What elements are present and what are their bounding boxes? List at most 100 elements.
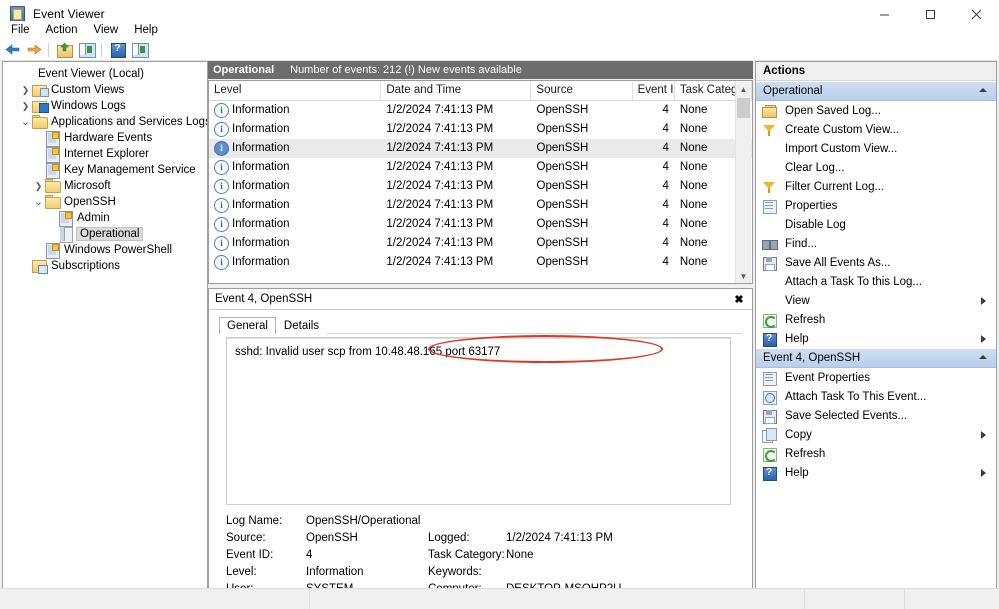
column-header-event-id[interactable]: Event ID bbox=[633, 81, 675, 100]
actions-group-header[interactable]: Operational bbox=[756, 81, 996, 101]
event-level-cell: i Information bbox=[209, 177, 381, 196]
expand-chevron-icon[interactable]: ❯ bbox=[19, 82, 32, 98]
submenu-arrow-icon[interactable] bbox=[981, 469, 986, 477]
action-item-find[interactable]: Find... bbox=[756, 234, 996, 253]
menu-view[interactable]: View bbox=[86, 23, 127, 37]
tab-details[interactable]: Details bbox=[275, 317, 328, 334]
back-arrow-icon[interactable] bbox=[2, 40, 22, 59]
menu-help[interactable]: Help bbox=[126, 23, 166, 37]
event-level-label: Information bbox=[232, 161, 290, 173]
column-header-source[interactable]: Source bbox=[531, 81, 633, 100]
tree-item-internet-explorer[interactable]: Internet Explorer bbox=[3, 146, 207, 163]
tree-item-label: OpenSSH bbox=[64, 196, 116, 208]
action-icon-placeholder bbox=[762, 294, 778, 308]
event-row[interactable]: i Information 1/2/2024 7:41:13 PM OpenSSH 4 N… bbox=[209, 253, 752, 272]
tree-item-microsoft[interactable]: ❯ Microsoft bbox=[3, 178, 207, 194]
event-id-cell: 4 bbox=[662, 218, 669, 230]
tree-item-custom-views[interactable]: ❯ Custom Views bbox=[3, 82, 207, 98]
actions-group-header[interactable]: Event 4, OpenSSH bbox=[756, 348, 996, 368]
action-icon-placeholder bbox=[762, 142, 778, 156]
action-item-event-properties[interactable]: Event Properties bbox=[756, 368, 996, 387]
action-item-help[interactable]: ? Help bbox=[756, 329, 996, 348]
forward-arrow-icon[interactable] bbox=[24, 40, 44, 59]
action-item-help[interactable]: ? Help bbox=[756, 463, 996, 482]
scroll-down-button[interactable]: ▼ bbox=[736, 269, 751, 283]
event-source-cell: OpenSSH bbox=[536, 199, 589, 211]
menu-file[interactable]: File bbox=[3, 23, 38, 37]
log-banner: Operational Number of events: 212 (!) Ne… bbox=[208, 61, 753, 79]
submenu-arrow-icon[interactable] bbox=[981, 297, 986, 305]
event-date-cell: 1/2/2024 7:41:13 PM bbox=[386, 142, 494, 154]
show-hide-console-tree-icon[interactable] bbox=[77, 40, 97, 59]
action-item-label: Clear Log... bbox=[785, 161, 845, 174]
action-item-open-saved-log[interactable]: Open Saved Log... bbox=[756, 101, 996, 120]
apps-services-logs-folder-icon bbox=[32, 115, 48, 129]
event-row[interactable]: i Information 1/2/2024 7:41:13 PM OpenSSH 4 N… bbox=[209, 120, 752, 139]
custom-views-folder-icon bbox=[32, 83, 49, 97]
task-icon bbox=[762, 390, 778, 405]
properties-icon bbox=[762, 371, 778, 386]
scrollbar-thumb[interactable] bbox=[737, 98, 750, 118]
menu-action[interactable]: Action bbox=[38, 23, 86, 37]
action-item-clear-log[interactable]: Clear Log... bbox=[756, 158, 996, 177]
tree-item-applications-and-services-logs[interactable]: ⌄ Applications and Services Logs bbox=[3, 114, 207, 130]
tree-item-admin[interactable]: Admin bbox=[3, 210, 207, 227]
action-item-properties[interactable]: Properties bbox=[756, 196, 996, 215]
action-item-disable-log[interactable]: Disable Log bbox=[756, 215, 996, 234]
event-level-cell: i Information bbox=[209, 101, 381, 120]
event-row[interactable]: i Information 1/2/2024 7:41:13 PM OpenSSH 4 N… bbox=[209, 196, 752, 215]
action-item-copy[interactable]: Copy bbox=[756, 425, 996, 444]
event-row[interactable]: i Information 1/2/2024 7:41:13 PM OpenSSH 4 N… bbox=[209, 139, 752, 158]
submenu-arrow-icon[interactable] bbox=[981, 431, 986, 439]
event-row[interactable]: i Information 1/2/2024 7:41:13 PM OpenSSH 4 N… bbox=[209, 177, 752, 196]
action-item-save-all-events-as[interactable]: Save All Events As... bbox=[756, 253, 996, 272]
chevron-up-icon[interactable] bbox=[979, 88, 987, 92]
action-item-view[interactable]: View bbox=[756, 291, 996, 310]
expand-chevron-icon[interactable]: ❯ bbox=[19, 98, 32, 114]
event-list: Level Date and Time Source Event ID Task… bbox=[208, 80, 753, 284]
event-source-cell: OpenSSH bbox=[536, 123, 589, 135]
event-row[interactable]: i Information 1/2/2024 7:41:13 PM OpenSSH 4 N… bbox=[209, 215, 752, 234]
filter-icon bbox=[762, 180, 778, 194]
tree-item-operational[interactable]: Operational bbox=[3, 226, 207, 243]
tree-item-subscriptions[interactable]: Subscriptions bbox=[3, 258, 207, 274]
chevron-up-icon[interactable] bbox=[979, 355, 987, 359]
action-item-refresh[interactable]: Refresh bbox=[756, 310, 996, 329]
scroll-up-button[interactable]: ▲ bbox=[736, 82, 751, 97]
tree-item-hardware-events[interactable]: Hardware Events bbox=[3, 130, 207, 147]
tree-item-openssh[interactable]: ⌄ OpenSSH bbox=[3, 194, 207, 210]
collapse-chevron-icon[interactable]: ⌄ bbox=[32, 194, 45, 210]
event-date-cell: 1/2/2024 7:41:13 PM bbox=[386, 199, 494, 211]
up-one-level-icon[interactable] bbox=[55, 40, 75, 59]
submenu-arrow-icon[interactable] bbox=[981, 335, 986, 343]
event-row[interactable]: i Information 1/2/2024 7:41:13 PM OpenSSH 4 N… bbox=[209, 234, 752, 253]
event-row[interactable]: i Information 1/2/2024 7:41:13 PM OpenSSH 4 N… bbox=[209, 101, 752, 120]
column-header-date-and-time[interactable]: Date and Time bbox=[381, 81, 532, 100]
tree-item-windows-logs[interactable]: ❯ Windows Logs bbox=[3, 98, 207, 114]
log-icon bbox=[45, 243, 60, 259]
close-icon[interactable]: ✖ bbox=[732, 292, 746, 306]
collapse-chevron-icon[interactable]: ⌄ bbox=[19, 114, 32, 130]
event-row[interactable]: i Information 1/2/2024 7:41:13 PM OpenSSH 4 N… bbox=[209, 158, 752, 177]
metadata-key-2: Task Category: bbox=[428, 548, 505, 561]
action-item-import-custom-view[interactable]: Import Custom View... bbox=[756, 139, 996, 158]
properties-icon[interactable] bbox=[130, 40, 150, 59]
expand-chevron-icon[interactable]: ❯ bbox=[32, 178, 45, 194]
tree-item-windows-powershell[interactable]: Windows PowerShell bbox=[3, 242, 207, 259]
action-item-refresh[interactable]: Refresh bbox=[756, 444, 996, 463]
action-item-create-custom-view[interactable]: Create Custom View... bbox=[756, 120, 996, 139]
help-icon[interactable]: ? bbox=[108, 40, 128, 59]
tree-item-event-viewer-local[interactable]: Event Viewer (Local) bbox=[3, 66, 207, 82]
event-list-scrollbar[interactable]: ▲ ▼ bbox=[735, 82, 751, 283]
action-item-attach-task-to-this-event[interactable]: Attach Task To This Event... bbox=[756, 387, 996, 406]
action-item-save-selected-events[interactable]: Save Selected Events... bbox=[756, 406, 996, 425]
tree-item-key-management-service[interactable]: Key Management Service bbox=[3, 162, 207, 179]
event-date-cell: 1/2/2024 7:41:13 PM bbox=[386, 104, 494, 116]
column-header-level[interactable]: Level bbox=[209, 81, 382, 100]
action-item-attach-a-task-to-this-log[interactable]: Attach a Task To this Log... bbox=[756, 272, 996, 291]
log-plain-icon bbox=[58, 227, 73, 243]
event-viewer-window: Event Viewer File Action View Help ? Eve… bbox=[0, 0, 999, 609]
tab-general[interactable]: General bbox=[219, 317, 276, 334]
action-item-filter-current-log[interactable]: Filter Current Log... bbox=[756, 177, 996, 196]
